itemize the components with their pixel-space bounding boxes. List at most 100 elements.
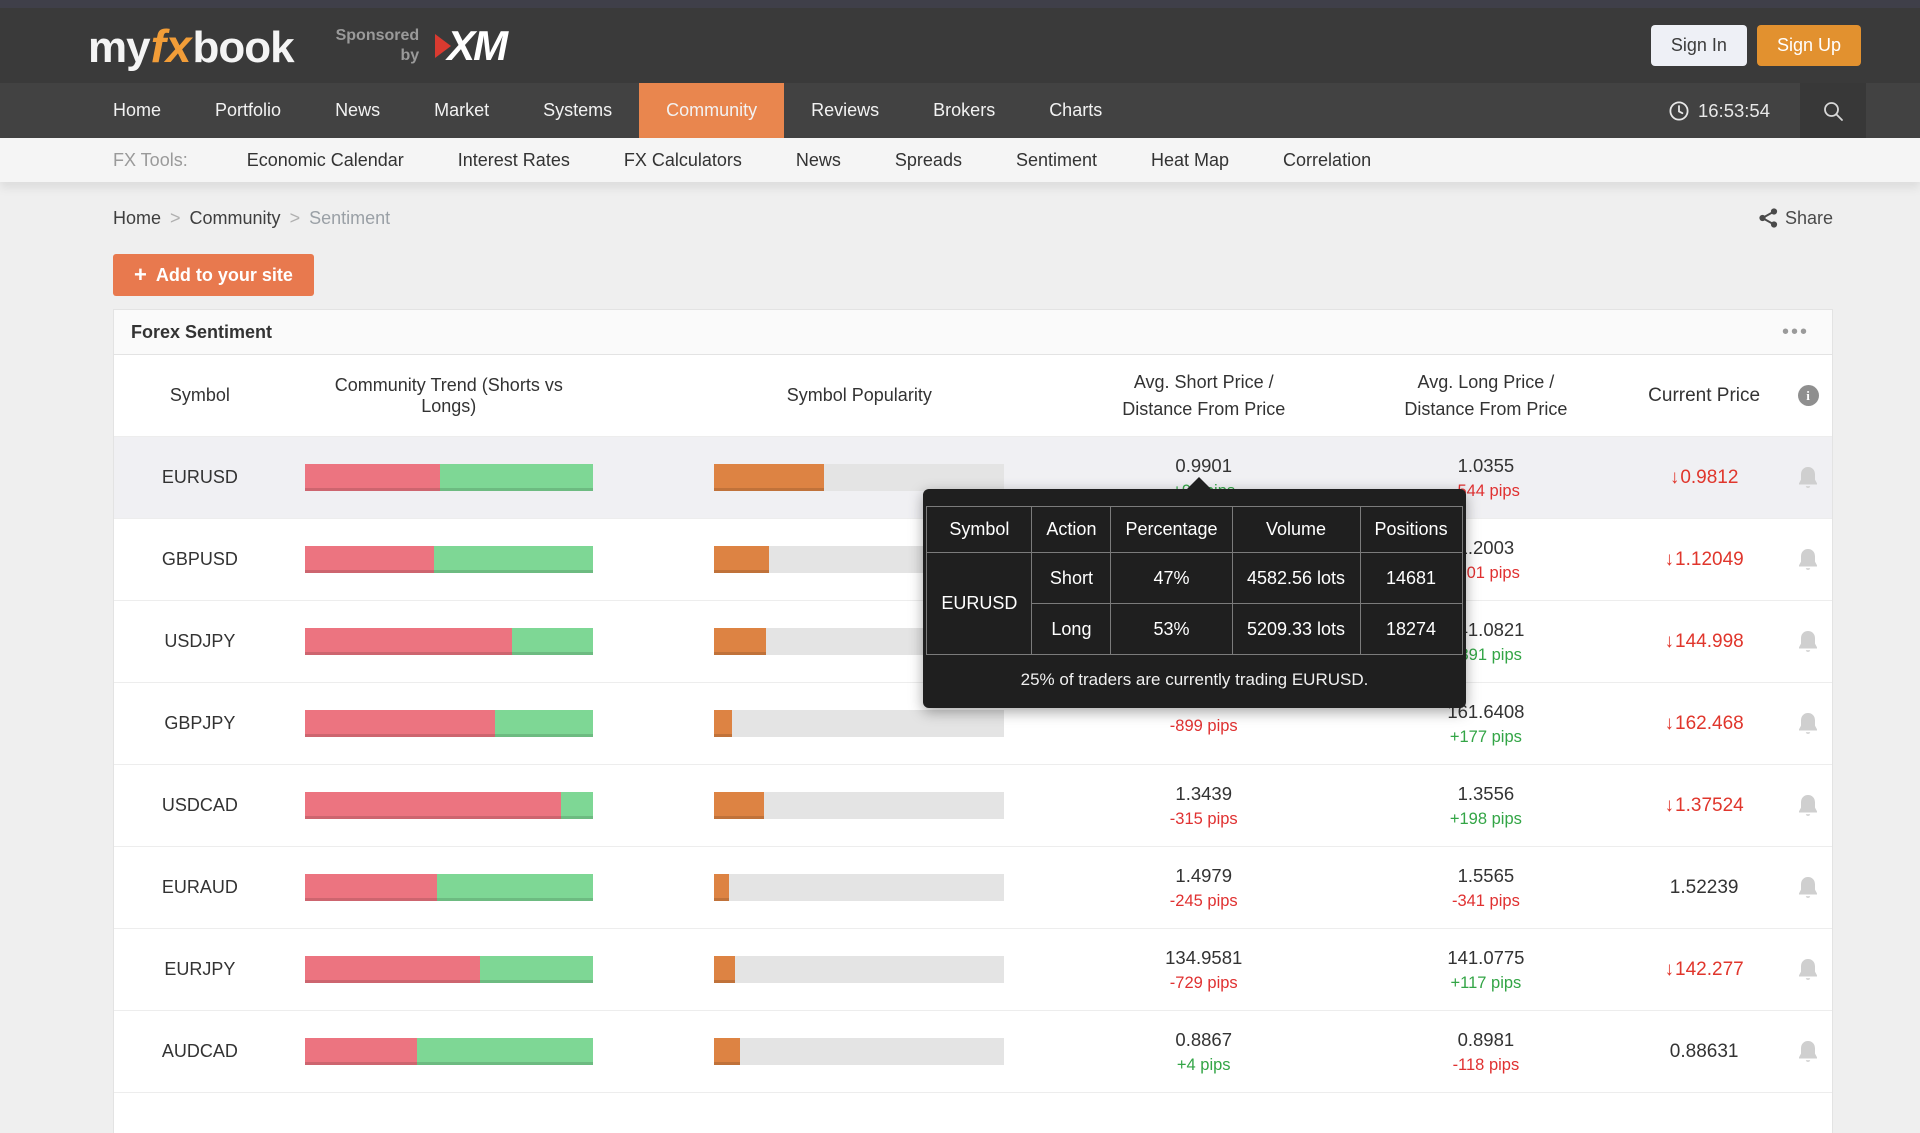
community-trend-bar[interactable] [305,956,593,983]
fx-tools-link-economic-calendar[interactable]: Economic Calendar [220,150,431,171]
symbol-popularity-bar[interactable] [714,1038,1004,1065]
popularity-fill [714,956,734,983]
sign-up-button[interactable]: Sign Up [1757,25,1861,66]
symbol-popularity-bar[interactable] [714,956,1004,983]
alert-bell-icon[interactable] [1796,793,1820,819]
table-row: EURAUD 1.4979 -245 pips 1.5565 -341 pips… [114,847,1832,929]
fx-tools-link-sentiment[interactable]: Sentiment [989,150,1124,171]
current-price-value: 162.468 [1675,713,1744,734]
alert-bell-icon[interactable] [1796,875,1820,901]
nav-item-charts[interactable]: Charts [1022,83,1129,138]
symbol-link[interactable]: EURUSD [162,467,238,487]
short-distance-pips: +4 pips [1060,1056,1348,1075]
community-trend-bar[interactable] [305,546,593,573]
community-trend-bar[interactable] [305,628,593,655]
tooltip-long-percentage: 53% [1111,604,1232,655]
price-down-arrow-icon: ↓ [1665,713,1675,734]
sponsored-by-label: Sponsored by [336,26,420,66]
alert-bell-icon[interactable] [1796,1039,1820,1065]
symbol-popularity-bar[interactable] [714,874,1004,901]
long-distance-pips: -118 pips [1348,1056,1625,1075]
add-to-your-site-button[interactable]: + Add to your site [113,254,314,296]
shorts-bar-segment [305,792,561,819]
long-distance-pips: -341 pips [1348,892,1625,911]
symbol-popularity-bar[interactable] [714,464,1004,491]
long-distance-pips: +198 pips [1348,810,1625,829]
avg-short-price: 1.3439 [1060,783,1348,805]
breadcrumb-sentiment: Sentiment [309,208,390,229]
alert-bell-icon[interactable] [1796,957,1820,983]
symbol-popularity-bar[interactable] [714,710,1004,737]
share-button[interactable]: Share [1759,208,1833,229]
alert-bell-icon[interactable] [1796,547,1820,573]
longs-bar-segment [480,956,592,983]
myfxbook-logo[interactable]: myfxbook [88,19,294,73]
nav-item-market[interactable]: Market [407,83,516,138]
current-price-value: 0.88631 [1670,1041,1739,1062]
symbol-link[interactable]: GBPUSD [162,549,238,569]
nav-item-systems[interactable]: Systems [516,83,639,138]
shorts-bar-segment [305,956,481,983]
alert-bell-icon[interactable] [1796,629,1820,655]
site-header: myfxbook Sponsored by XM Sign In Sign Up [0,8,1920,83]
table-row: EURJPY 134.9581 -729 pips 141.0775 +117 … [114,929,1832,1011]
alert-bell-icon[interactable] [1796,711,1820,737]
tooltip-long-action: Long [1032,604,1111,655]
symbol-popularity-bar[interactable] [714,792,1004,819]
price-down-arrow-icon: ↓ [1665,631,1675,652]
breadcrumb-home[interactable]: Home [113,208,161,229]
server-time-value: 16:53:54 [1698,100,1770,122]
partial-next-row [114,1093,1832,1133]
community-trend-bar[interactable] [305,710,593,737]
fx-tools-link-fx-calculators[interactable]: FX Calculators [597,150,769,171]
symbol-link[interactable]: EURAUD [162,877,238,897]
col-header-symbol: Symbol [114,385,286,406]
long-distance-pips: +177 pips [1348,728,1625,747]
current-price-value: 0.9812 [1680,467,1738,488]
popularity-fill [714,1038,740,1065]
sign-in-button[interactable]: Sign In [1651,25,1747,66]
fx-tools-link-news[interactable]: News [769,150,868,171]
clock-icon [1669,101,1689,121]
nav-item-reviews[interactable]: Reviews [784,83,906,138]
symbol-link[interactable]: USDJPY [164,631,235,651]
table-row: USDCAD 1.3439 -315 pips 1.3556 +198 pips… [114,765,1832,847]
fx-tools-link-interest-rates[interactable]: Interest Rates [431,150,597,171]
avg-short-price: 1.4979 [1060,865,1348,887]
nav-item-portfolio[interactable]: Portfolio [188,83,308,138]
info-icon[interactable]: i [1798,385,1819,406]
search-button[interactable] [1800,83,1866,138]
nav-item-home[interactable]: Home [86,83,188,138]
symbol-link[interactable]: USDCAD [162,795,238,815]
fx-tools-link-correlation[interactable]: Correlation [1256,150,1398,171]
fx-tools-link-heat-map[interactable]: Heat Map [1124,150,1256,171]
longs-bar-segment [561,792,593,819]
nav-item-brokers[interactable]: Brokers [906,83,1022,138]
community-trend-bar[interactable] [305,874,593,901]
community-trend-bar[interactable] [305,1038,593,1065]
shorts-bar-segment [305,628,512,655]
tooltip-header-symbol: Symbol [927,507,1032,553]
tooltip-short-action: Short [1032,553,1111,604]
community-trend-bar[interactable] [305,792,593,819]
tooltip-short-positions: 14681 [1360,553,1462,604]
tooltip-long-volume: 5209.33 lots [1232,604,1360,655]
nav-item-news[interactable]: News [308,83,407,138]
short-distance-pips: -315 pips [1060,810,1348,829]
symbol-link[interactable]: AUDCAD [162,1041,238,1061]
tooltip-header-positions: Positions [1360,507,1462,553]
breadcrumb-separator: > [290,208,301,229]
symbol-link[interactable]: EURJPY [164,959,235,979]
short-distance-pips: -899 pips [1060,717,1348,736]
breadcrumb-community[interactable]: Community [190,208,281,229]
popularity-fill [714,546,769,573]
symbol-link[interactable]: GBPJPY [164,713,235,733]
fx-tools-link-spreads[interactable]: Spreads [868,150,989,171]
alert-bell-icon[interactable] [1796,465,1820,491]
nav-item-community[interactable]: Community [639,83,784,138]
xm-logo[interactable]: XM [435,22,506,70]
current-price-value: 1.12049 [1675,549,1744,570]
sentiment-tooltip: Symbol Action Percentage Volume Position… [923,489,1466,708]
community-trend-bar[interactable] [305,464,593,491]
popularity-fill [714,710,731,737]
